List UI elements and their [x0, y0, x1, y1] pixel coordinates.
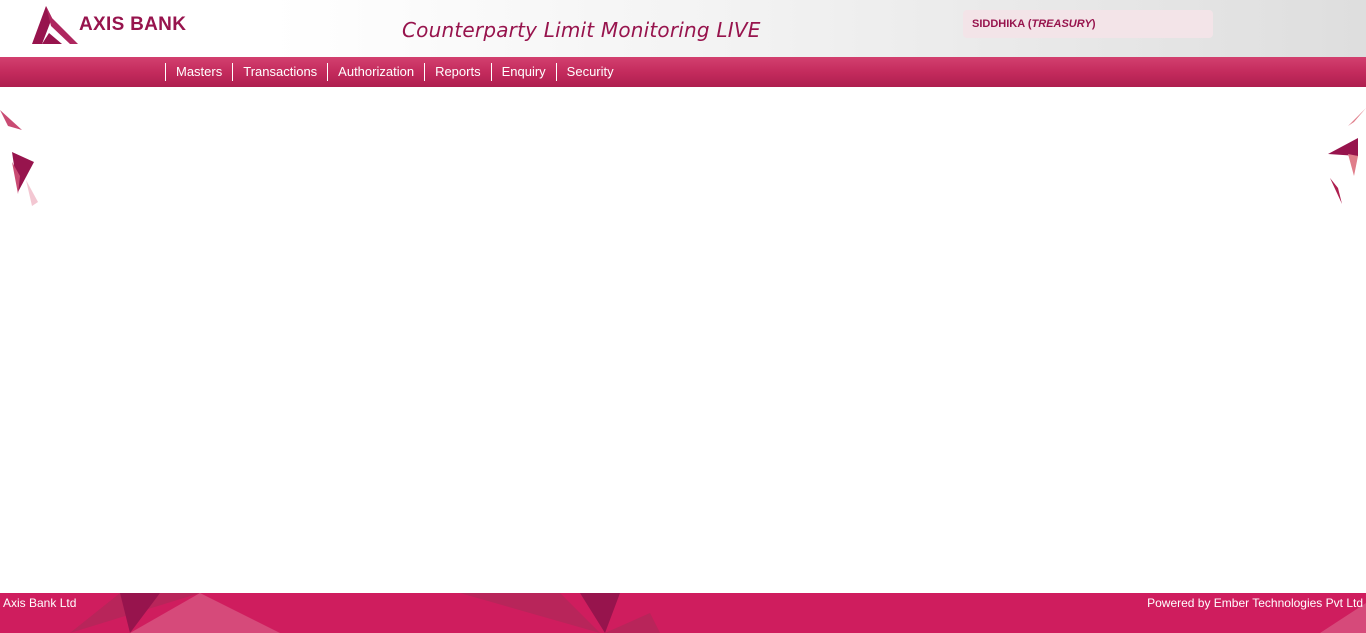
user-name: SIDDHIKA: [972, 18, 1025, 30]
logo-text: AXIS BANK: [79, 14, 187, 35]
left-decoration: [0, 110, 38, 206]
main-menu: Masters Transactions Authorization Repor…: [165, 63, 624, 81]
app-title: Counterparty Limit Monitoring LIVE: [402, 18, 761, 42]
footer-powered-by: Powered by Ember Technologies Pvt Ltd: [1147, 596, 1363, 610]
user-role: TREASURY: [1031, 18, 1092, 30]
header: AXIS BANK Counterparty Limit Monitoring …: [0, 0, 1366, 57]
footer-company: Axis Bank Ltd: [3, 596, 77, 610]
menu-enquiry[interactable]: Enquiry: [490, 63, 556, 81]
axis-bank-logo[interactable]: AXIS BANK: [32, 6, 192, 46]
right-decoration: [1328, 108, 1366, 204]
axis-logo-icon: [32, 6, 78, 44]
menu-security[interactable]: Security: [555, 63, 624, 81]
menu-masters[interactable]: Masters: [165, 63, 232, 81]
menu-authorization[interactable]: Authorization: [327, 63, 424, 81]
menu-transactions[interactable]: Transactions: [232, 63, 327, 81]
footer: Axis Bank Ltd Powered by Ember Technolog…: [0, 593, 1366, 633]
main-nav-bar: Masters Transactions Authorization Repor…: [0, 57, 1366, 87]
user-info: SIDDHIKA (TREASURY): [963, 10, 1213, 38]
menu-reports[interactable]: Reports: [424, 63, 491, 81]
